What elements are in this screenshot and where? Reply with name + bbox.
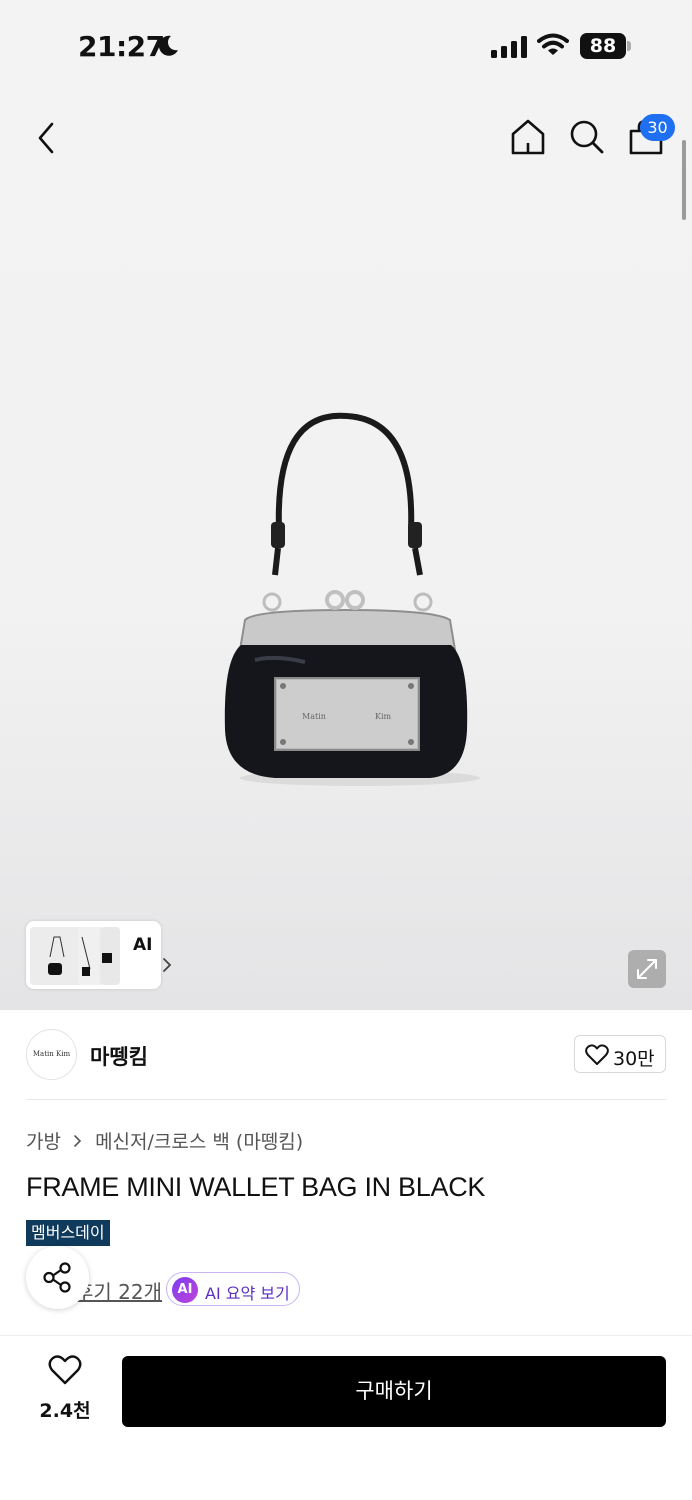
- breadcrumb-category[interactable]: 가방: [26, 1131, 61, 1153]
- share-icon: [43, 1262, 71, 1293]
- search-icon[interactable]: [567, 118, 607, 158]
- status-bar: 21:27 88: [0, 0, 692, 92]
- thumbnail-strip[interactable]: AI: [26, 921, 172, 989]
- svg-text:Matin: Matin: [302, 712, 326, 721]
- ai-icon: AI: [172, 1277, 198, 1303]
- brand-name[interactable]: 마뗑킴: [90, 1041, 148, 1071]
- thumbnail-bag-icon: [81, 936, 91, 976]
- heart-icon: [585, 1044, 609, 1065]
- brand-like-button[interactable]: 30만: [574, 1035, 666, 1073]
- chevron-right-icon: [163, 958, 172, 972]
- like-count: 2.4천: [39, 1400, 91, 1422]
- product-title: FRAME MINI WALLET BAG IN BLACK: [26, 1172, 486, 1202]
- ai-summary-button[interactable]: AI AI 요약 보기: [166, 1272, 300, 1306]
- heart-icon: [48, 1355, 82, 1385]
- product-image: Matin Kim: [224, 412, 480, 786]
- ai-summary-label: AI 요약 보기: [205, 1284, 290, 1303]
- bottom-action-bar: 2.4천 구매하기: [0, 1335, 692, 1500]
- breadcrumb: 가방 메신저/크로스 백 (마뗑킴): [26, 1127, 303, 1154]
- share-button[interactable]: [26, 1246, 89, 1309]
- thumbnail-bag-icon: [102, 953, 112, 963]
- home-icon[interactable]: [508, 117, 548, 157]
- product-image-area[interactable]: 21:27 88 30 Matin Kim AI: [0, 0, 692, 1010]
- brand-logo[interactable]: Matin Kim: [26, 1029, 77, 1080]
- cart-count-badge: 30: [640, 114, 675, 141]
- battery-indicator: 88: [580, 33, 626, 59]
- wifi-icon: [537, 33, 569, 55]
- back-icon[interactable]: [30, 118, 62, 158]
- brand-row[interactable]: Matin Kim 마뗑킴 30만: [0, 1010, 692, 1100]
- ai-thumbnail-label[interactable]: AI: [133, 935, 152, 955]
- breadcrumb-subcategory[interactable]: 메신저/크로스 백 (마뗑킴): [95, 1131, 303, 1153]
- expand-icon: [637, 959, 657, 979]
- like-button[interactable]: 2.4천: [30, 1354, 100, 1424]
- brand-like-count: 30만: [613, 1048, 655, 1070]
- promo-badge: 멤버스데이: [26, 1220, 110, 1246]
- moon-icon: [158, 35, 178, 56]
- buy-button[interactable]: 구매하기: [122, 1356, 666, 1427]
- status-time: 21:27: [78, 30, 165, 63]
- battery-tip: [627, 41, 631, 51]
- scrollbar[interactable]: [682, 140, 686, 220]
- svg-text:Kim: Kim: [375, 712, 392, 721]
- thumbnail-bag-icon: [48, 936, 65, 975]
- signal-icon: [491, 36, 527, 58]
- chevron-right-icon: [74, 1134, 82, 1147]
- expand-image-button[interactable]: [628, 950, 666, 988]
- divider: [26, 1099, 666, 1100]
